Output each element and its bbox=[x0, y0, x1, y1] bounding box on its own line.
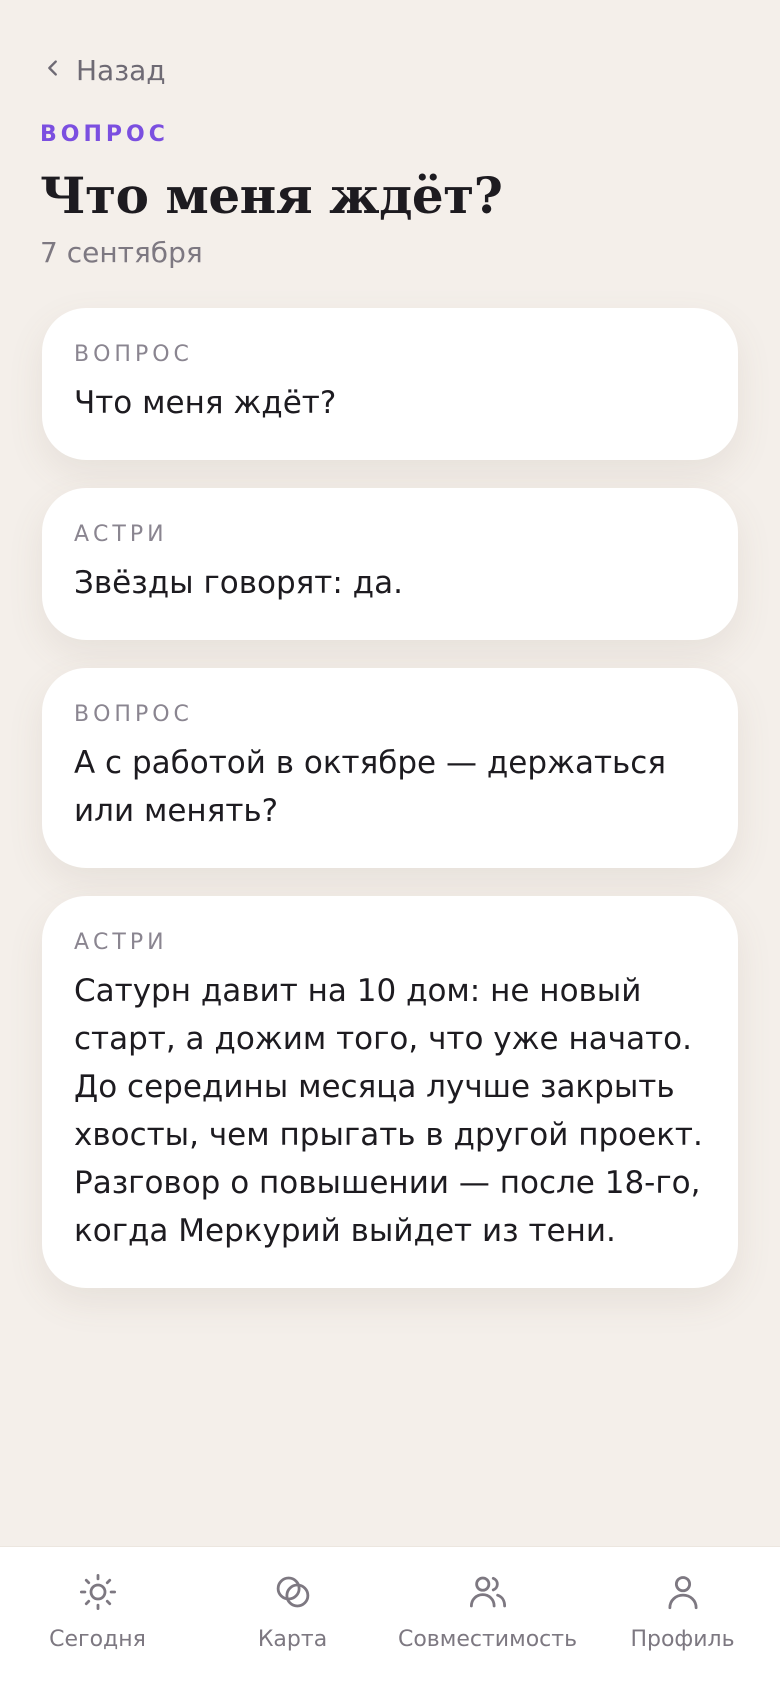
chevron-left-icon bbox=[42, 57, 64, 83]
tab-label: Карта bbox=[257, 1627, 328, 1652]
tab-today[interactable]: Сегодня bbox=[0, 1547, 195, 1688]
page-title: Что меня ждёт? bbox=[40, 166, 503, 225]
message-card-question: ВОПРОС А с работой в октябре — держаться… bbox=[42, 668, 738, 868]
message-label: ВОПРОС bbox=[74, 702, 193, 727]
message-card-answer: АСТРИ Сатурн давит на 10 дом: не новый с… bbox=[42, 896, 738, 1288]
message-card-answer: АСТРИ Звёзды говорят: да. bbox=[42, 488, 738, 640]
message-card-question: ВОПРОС Что меня ждёт? bbox=[42, 308, 738, 460]
message-label: АСТРИ bbox=[74, 930, 168, 955]
back-label: Назад bbox=[76, 53, 166, 87]
page-date: 7 сентября bbox=[40, 236, 203, 269]
message-label: ВОПРОС bbox=[74, 342, 193, 367]
message-text: Сатурн давит на 10 дом: не новый старт, … bbox=[74, 973, 703, 1249]
message-label: АСТРИ bbox=[74, 522, 168, 547]
tab-label: Совместимость bbox=[397, 1627, 578, 1652]
tab-chart[interactable]: Карта bbox=[195, 1547, 390, 1688]
sun-icon bbox=[77, 1571, 119, 1617]
user-icon bbox=[662, 1571, 704, 1617]
message-text: А с работой в октябре — держаться или ме… bbox=[74, 745, 666, 829]
back-button[interactable]: Назад bbox=[42, 48, 166, 92]
question-detail-screen: Назад ВОПРОС Что меня ждёт? 7 сентября В… bbox=[0, 0, 780, 1688]
tab-profile[interactable]: Профиль bbox=[585, 1547, 780, 1688]
message-text: Звёзды говорят: да. bbox=[74, 565, 403, 601]
bottom-tab-bar: Сегодня Карта Совместимость Профиль bbox=[0, 1546, 780, 1688]
tab-label: Сегодня bbox=[49, 1627, 146, 1652]
rings-icon bbox=[272, 1571, 314, 1617]
tab-label: Профиль bbox=[630, 1627, 735, 1652]
users-icon bbox=[467, 1571, 509, 1617]
tab-compatibility[interactable]: Совместимость bbox=[390, 1547, 585, 1688]
page-eyebrow: ВОПРОС bbox=[40, 122, 169, 147]
message-text: Что меня ждёт? bbox=[74, 385, 337, 421]
